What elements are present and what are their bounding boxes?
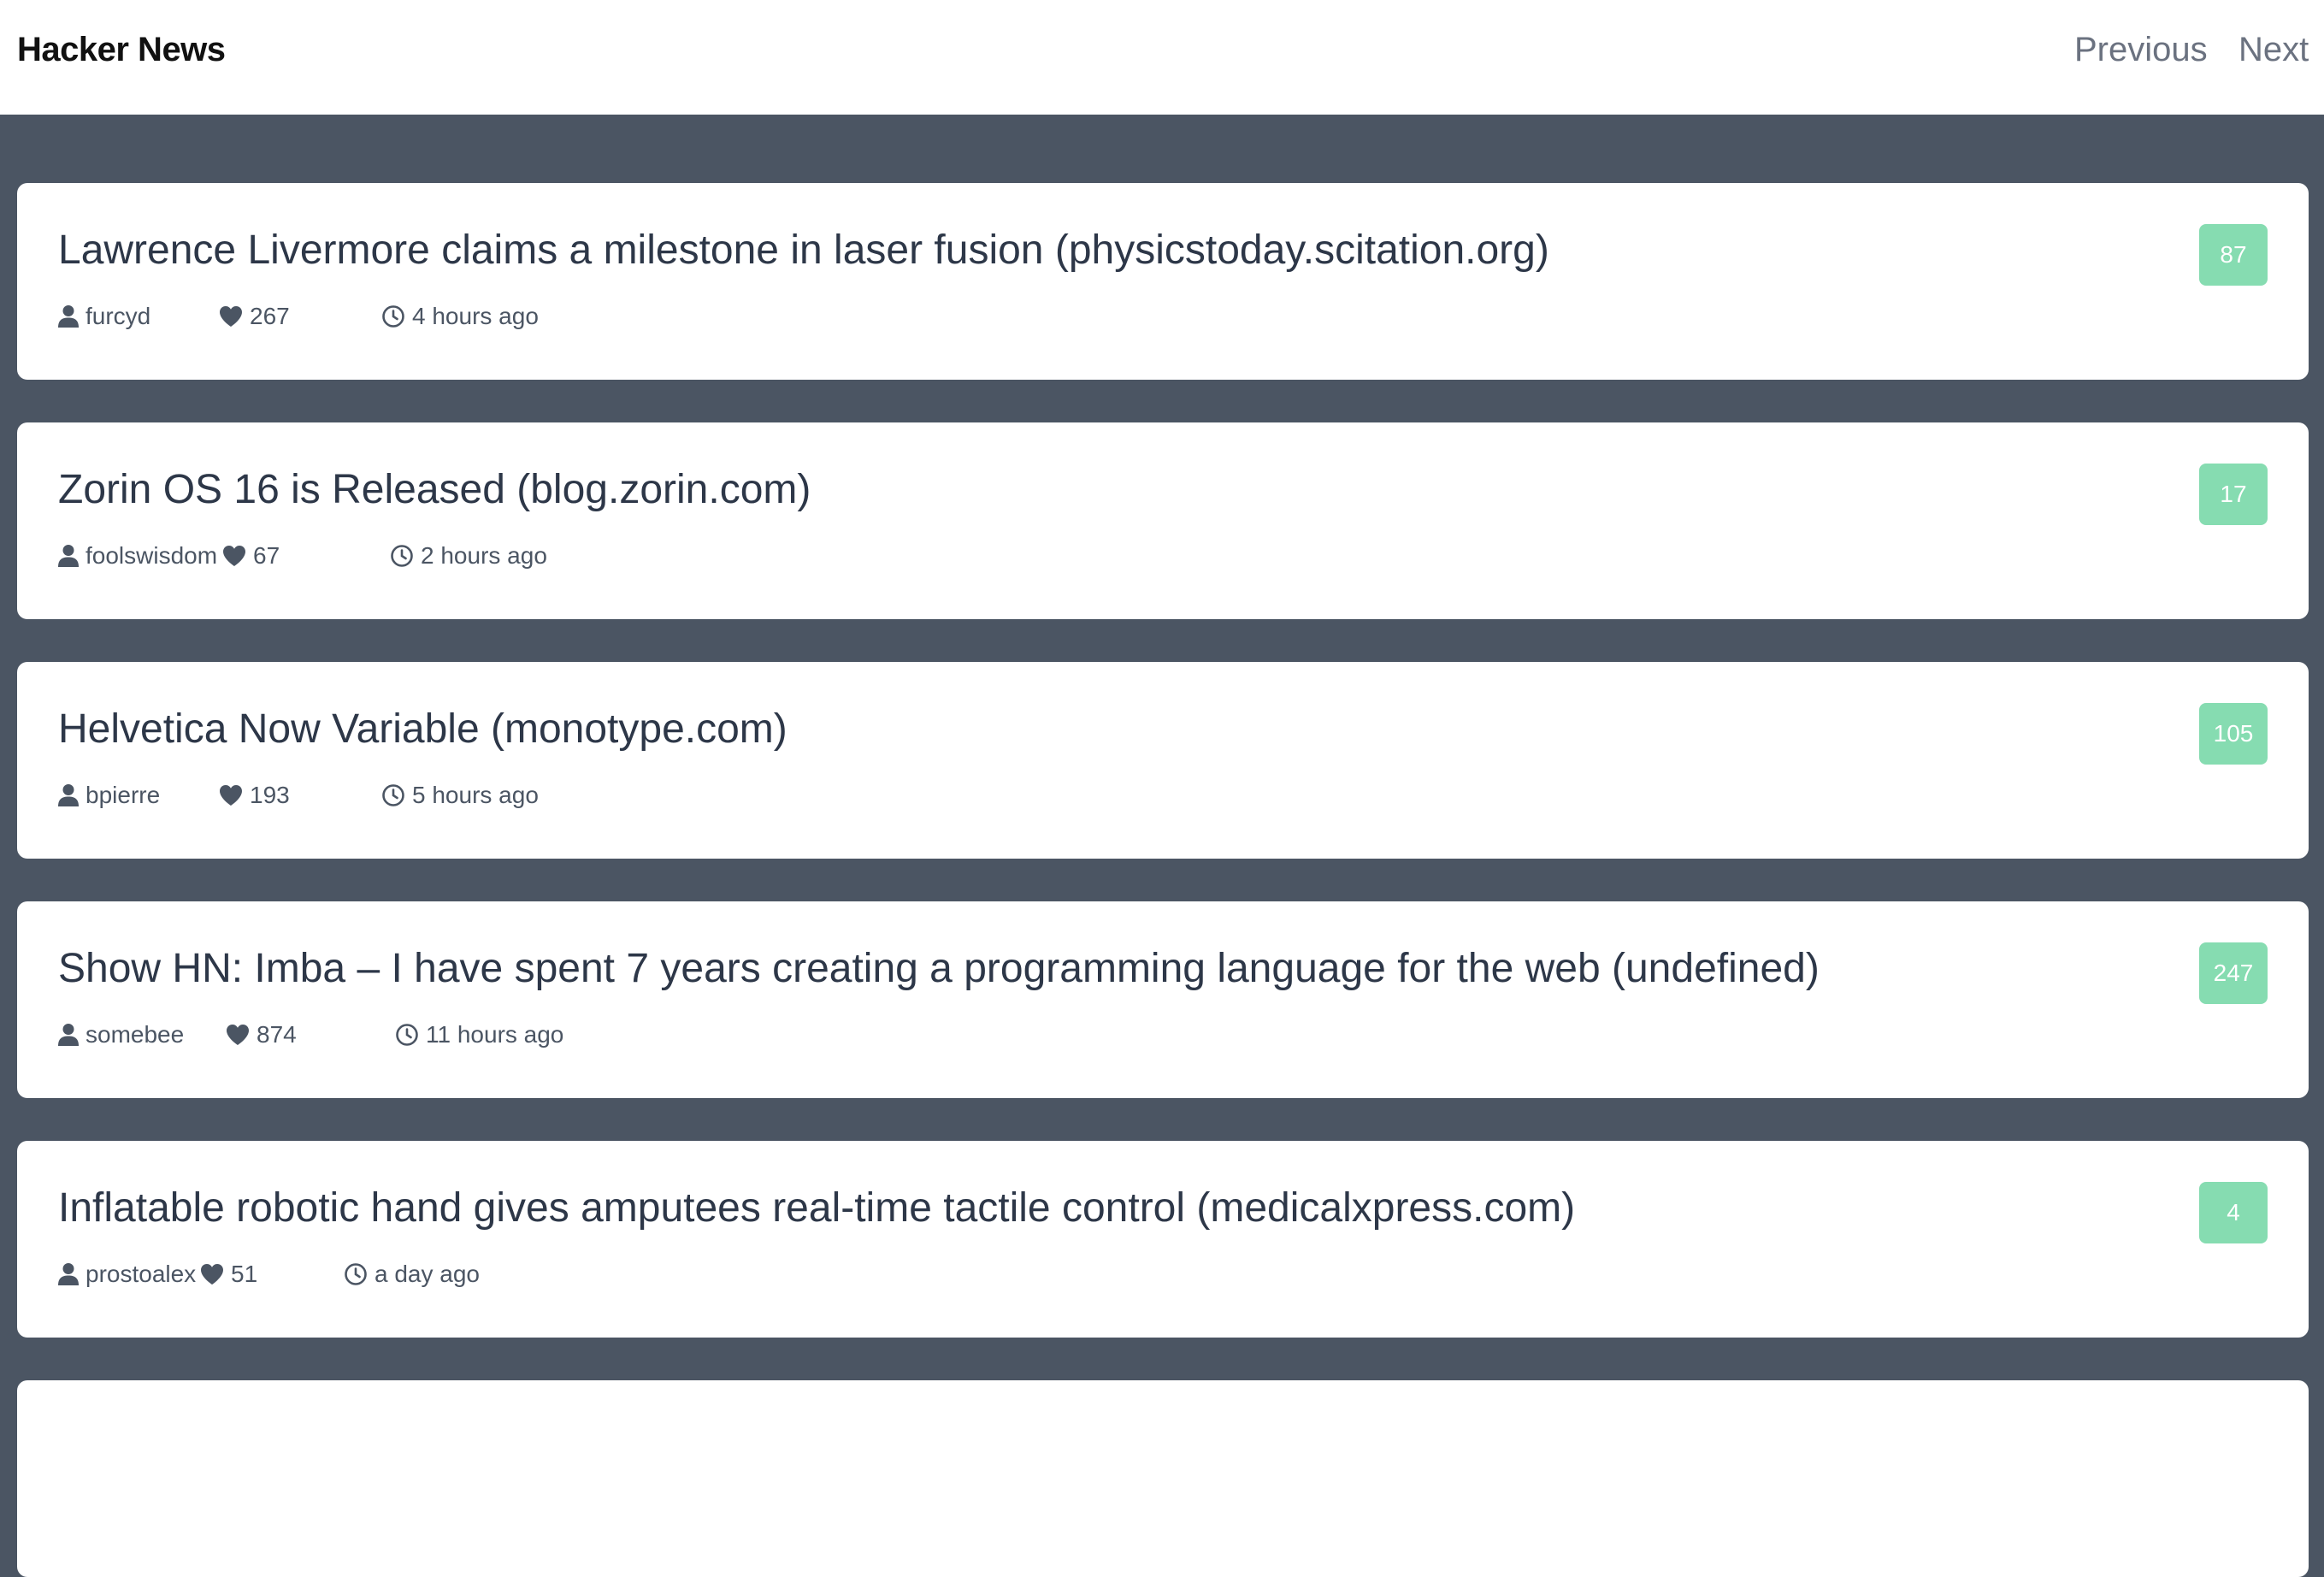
points-count: 193 — [250, 782, 290, 808]
story-author[interactable]: foolswisdom — [58, 540, 217, 571]
user-icon — [58, 1024, 79, 1046]
heart-icon — [223, 546, 245, 566]
story-title-link[interactable]: Show HN: Imba – I have spent 7 years cre… — [58, 944, 1820, 994]
author-name: furcyd — [86, 303, 151, 329]
story-author[interactable]: bpierre — [58, 780, 160, 811]
story-card: Zorin OS 16 is Released (blog.zorin.com)… — [17, 422, 2309, 619]
clock-icon — [396, 1024, 418, 1046]
comments-count-badge[interactable]: 4 — [2199, 1182, 2268, 1243]
comments-count-badge[interactable]: 247 — [2199, 942, 2268, 1004]
story-points: 51 — [200, 1259, 257, 1290]
time-ago: 4 hours ago — [412, 303, 539, 329]
user-icon — [58, 305, 79, 328]
author-name: bpierre — [86, 782, 161, 808]
author-name: prostoalex — [86, 1261, 197, 1287]
points-count: 267 — [250, 303, 290, 329]
story-title-link[interactable]: Inflatable robotic hand gives amputees r… — [58, 1184, 1575, 1233]
story-card: Helvetica Now Variable (monotype.com) bp… — [17, 662, 2309, 859]
story-time: 2 hours ago — [390, 540, 547, 571]
author-name: foolswisdom — [86, 542, 218, 569]
clock-icon — [391, 545, 413, 567]
top-navigation-bar: Hacker News Previous Next — [0, 0, 2324, 115]
site-title[interactable]: Hacker News — [17, 29, 226, 70]
user-icon — [58, 1263, 79, 1285]
story-author[interactable]: prostoalex — [58, 1259, 196, 1290]
time-ago: 2 hours ago — [421, 542, 547, 569]
previous-page-link[interactable]: Previous — [2074, 29, 2208, 70]
story-title-link[interactable]: Zorin OS 16 is Released (blog.zorin.com) — [58, 465, 811, 515]
story-author[interactable]: somebee — [58, 1019, 184, 1050]
comments-count-badge[interactable]: 87 — [2199, 224, 2268, 286]
author-name: somebee — [86, 1021, 185, 1048]
comments-count-badge[interactable]: 17 — [2199, 464, 2268, 525]
user-icon — [58, 784, 79, 806]
story-time: a day ago — [344, 1259, 480, 1290]
clock-icon — [382, 305, 404, 328]
story-time: 4 hours ago — [381, 301, 539, 332]
story-card: Lawrence Livermore claims a milestone in… — [17, 183, 2309, 380]
story-card-partial — [17, 1380, 2309, 1577]
points-count: 51 — [231, 1261, 258, 1287]
story-card: Show HN: Imba – I have spent 7 years cre… — [17, 901, 2309, 1098]
story-author[interactable]: furcyd — [58, 301, 150, 332]
story-title-link[interactable]: Helvetica Now Variable (monotype.com) — [58, 705, 787, 754]
story-points: 193 — [219, 780, 290, 811]
clock-icon — [382, 784, 404, 806]
clock-icon — [345, 1263, 367, 1285]
comments-count-badge[interactable]: 105 — [2199, 703, 2268, 765]
next-page-link[interactable]: Next — [2238, 29, 2309, 70]
heart-icon — [201, 1264, 223, 1285]
time-ago: a day ago — [375, 1261, 480, 1287]
heart-icon — [227, 1025, 249, 1045]
time-ago: 11 hours ago — [426, 1021, 564, 1048]
points-count: 67 — [253, 542, 280, 569]
story-points: 67 — [222, 540, 280, 571]
heart-icon — [220, 306, 242, 327]
points-count: 874 — [257, 1021, 297, 1048]
story-title-link[interactable]: Lawrence Livermore claims a milestone in… — [58, 226, 1549, 275]
story-card: Inflatable robotic hand gives amputees r… — [17, 1141, 2309, 1338]
story-time: 11 hours ago — [395, 1019, 563, 1050]
user-icon — [58, 545, 79, 567]
story-points: 874 — [226, 1019, 297, 1050]
heart-icon — [220, 785, 242, 806]
story-points: 267 — [219, 301, 290, 332]
time-ago: 5 hours ago — [412, 782, 539, 808]
story-time: 5 hours ago — [381, 780, 539, 811]
